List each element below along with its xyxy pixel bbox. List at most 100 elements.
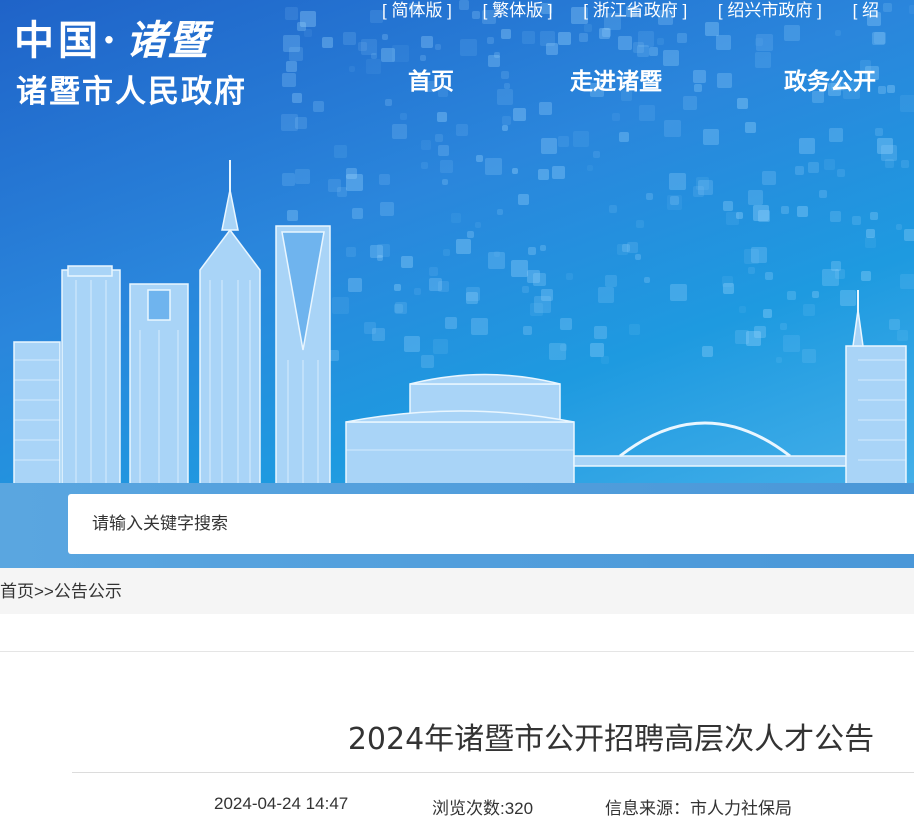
banner-tile [299, 10, 316, 27]
banner-tile [381, 34, 388, 41]
banner-tile [281, 113, 299, 131]
banner-tile [755, 37, 764, 46]
banner-tile [584, 23, 593, 32]
nav-item-home[interactable]: 首页 [408, 62, 454, 96]
banner-tile [420, 140, 431, 151]
banner-tile [573, 131, 590, 148]
banner-tile [437, 144, 449, 156]
banner-tile [284, 6, 298, 20]
banner-tile [392, 123, 408, 139]
banner-tile [494, 52, 501, 59]
banner-tile [656, 38, 664, 45]
banner-tile [754, 51, 771, 68]
nav-item-about-zhuji[interactable]: 走进诸暨 [570, 62, 662, 96]
banner-tile [617, 35, 632, 50]
banner-tile [592, 150, 600, 158]
banner-tile [877, 86, 886, 95]
banner-tile [601, 28, 611, 38]
banner-tile [539, 31, 555, 46]
banner-tile [459, 38, 477, 56]
banner-tile [285, 60, 297, 72]
article-title: 2024年诸暨市公开招聘高层次人才公告 [347, 722, 875, 757]
banner-tile [886, 84, 895, 93]
banner-tile [692, 69, 706, 83]
banner-tile [637, 44, 650, 57]
banner-tile [281, 73, 296, 88]
banner-tile [312, 100, 324, 112]
breadcrumb: 首页>>公告公示 [0, 568, 914, 614]
article-source: 信息来源：市人力社保局 [605, 799, 792, 818]
banner-tile [909, 5, 914, 15]
banner-tile [829, 127, 844, 142]
banner-tile [716, 35, 732, 51]
banner-tile [557, 136, 569, 148]
banner-tile [501, 124, 508, 131]
logo-subtitle: 诸暨市人民政府 [16, 74, 247, 109]
banner-tile [557, 32, 571, 46]
top-link-simplified[interactable]: [ 简体版 ] [382, 1, 452, 20]
banner-tile [703, 128, 720, 145]
banner-tile [497, 89, 514, 106]
banner-tile [638, 105, 655, 122]
breadcrumb-current[interactable]: 公告公示 [54, 568, 122, 616]
top-link-shaoxing-gov[interactable]: [ 绍兴市政府 ] [718, 1, 822, 20]
banner-tile [513, 107, 527, 121]
banner-tile [871, 32, 885, 46]
banner-tile [899, 95, 914, 113]
banner-tile [486, 36, 494, 44]
banner-tile [500, 28, 511, 39]
banner-tile [435, 133, 444, 142]
banner-tile [437, 112, 448, 123]
banner-tile [502, 115, 512, 125]
banner-tile [399, 112, 407, 120]
banner-tile [694, 83, 703, 92]
banner-tile [875, 128, 884, 137]
banner-tile [662, 50, 679, 67]
banner-tile [798, 137, 815, 154]
banner-tile [334, 145, 348, 159]
city-skyline-illustration [13, 160, 907, 484]
banner-tile [391, 44, 409, 62]
banner-tile [361, 39, 378, 56]
banner-tile [704, 21, 719, 36]
banner-tile [663, 120, 681, 138]
banner-tile [618, 131, 629, 142]
banner-tile [677, 32, 688, 43]
banner-tile [366, 59, 382, 75]
banner-tile [538, 102, 552, 116]
banner-tile [736, 98, 748, 110]
banner-tile [385, 99, 393, 107]
banner-tile [716, 72, 732, 88]
banner-tile [504, 82, 511, 89]
site-logo[interactable]: 中国· 诸暨 [14, 8, 210, 66]
logo-main-text: 中国· [14, 17, 120, 64]
breadcrumb-home[interactable]: 首页 [0, 568, 34, 616]
top-links-bar: [ 简体版 ] [ 繁体版 ] [ 浙江省政府 ] [ 绍兴市政府 ] [ 绍 [382, 0, 905, 21]
article-date: 2024-04-24 14:47 [214, 794, 349, 813]
top-link-zhejiang-gov[interactable]: [ 浙江省政府 ] [583, 1, 687, 20]
banner-tile [612, 113, 621, 122]
top-link-more[interactable]: [ 绍 [853, 1, 879, 20]
header-banner: [ 简体版 ] [ 繁体版 ] [ 浙江省政府 ] [ 绍兴市政府 ] [ 绍 … [0, 0, 914, 568]
banner-tile [369, 9, 383, 23]
banner-tile [420, 36, 433, 49]
banner-tile [522, 31, 536, 45]
nav-item-government-affairs[interactable]: 政务公开 [784, 62, 876, 96]
banner-tile [682, 96, 697, 111]
banner-tile [434, 43, 441, 50]
title-divider [72, 772, 914, 773]
banner-tile [784, 24, 801, 41]
banner-tile [291, 93, 302, 104]
banner-tile [349, 65, 356, 72]
banner-tile [835, 29, 842, 36]
article-view-count: 浏览次数:320 [432, 799, 534, 818]
top-link-traditional[interactable]: [ 繁体版 ] [483, 1, 553, 20]
search-input[interactable] [68, 494, 914, 554]
banner-tile [500, 70, 509, 79]
banner-tile [322, 36, 334, 48]
banner-tile [455, 124, 468, 137]
banner-tile [419, 55, 426, 62]
banner-tile [540, 138, 557, 155]
breadcrumb-separator: >> [34, 582, 54, 601]
banner-tile [342, 31, 356, 45]
